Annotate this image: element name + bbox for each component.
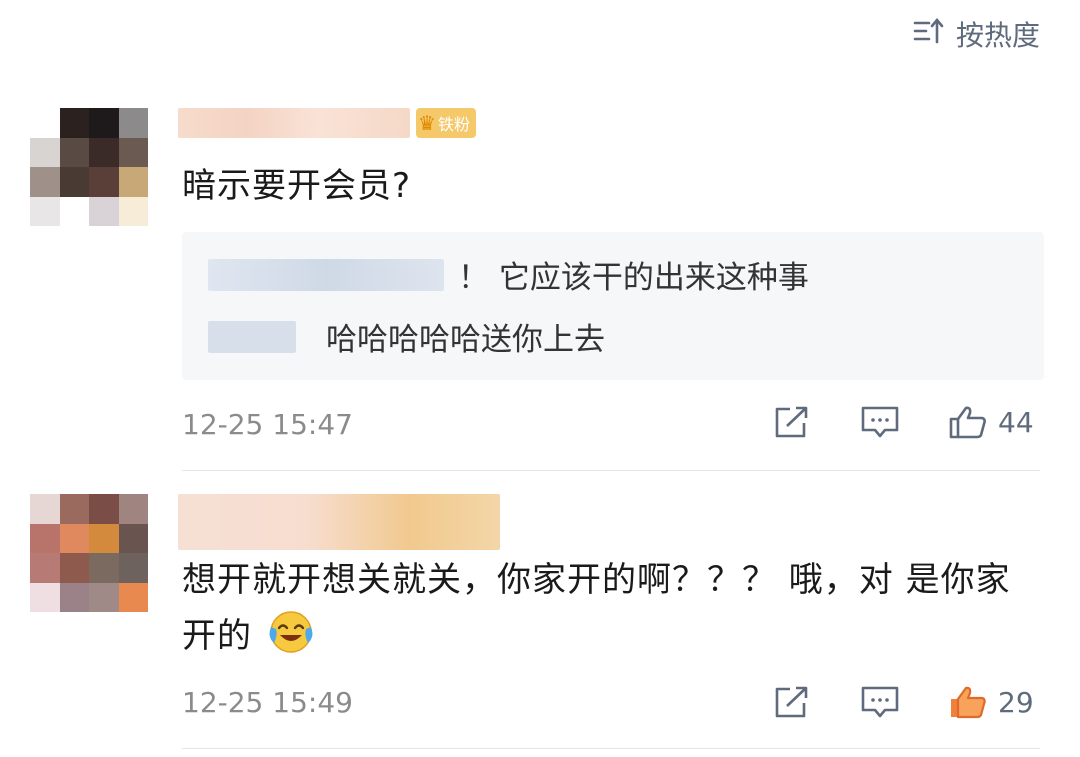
comment-actions: 44 (772, 404, 1034, 440)
username-blurred (178, 494, 500, 550)
share-icon (775, 686, 808, 718)
like-count: 29 (998, 685, 1034, 719)
share-button[interactable] (772, 684, 812, 720)
sort-by-hot-button[interactable]: 按热度 (912, 14, 1040, 54)
comment-divider (182, 470, 1040, 471)
username-blurred (178, 108, 410, 138)
username[interactable]: ♛ 铁粉 (178, 108, 476, 138)
avatar[interactable] (30, 108, 148, 226)
like-button[interactable]: 29 (948, 684, 1034, 720)
sort-icon (912, 16, 946, 53)
comment-icon (861, 686, 899, 718)
comment-time: 12-25 15:49 (182, 686, 353, 719)
comment-actions: 29 (772, 684, 1034, 720)
reply-button[interactable] (860, 684, 900, 720)
reply-username-blurred (208, 258, 444, 291)
username[interactable] (178, 494, 500, 550)
sort-label: 按热度 (955, 19, 1040, 52)
comment-divider (182, 748, 1040, 749)
reply-button[interactable] (860, 404, 900, 440)
reply-line: ！ 它应该干的出来这种事 (208, 252, 809, 297)
comment-icon (861, 406, 899, 438)
reply-line: 哈哈哈哈哈送你上去 (208, 314, 605, 359)
comment-text: 想开就开想关就关，你家开的啊？？？ 哦，对 是你家开的 (182, 560, 1011, 656)
comment-text: 暗示要开会员? (182, 166, 412, 206)
reply-preview[interactable]: ！ 它应该干的出来这种事 哈哈哈哈哈送你上去 (182, 232, 1044, 380)
thumbs-up-icon (951, 686, 986, 719)
avatar[interactable] (30, 494, 148, 612)
like-button[interactable]: 44 (948, 404, 1034, 440)
comment-time: 12-25 15:47 (182, 408, 353, 441)
crown-icon: ♛ (418, 111, 436, 135)
reply-username-blurred (208, 320, 296, 353)
fan-badge: ♛ 铁粉 (416, 108, 476, 138)
laughing-crying-emoji (269, 611, 313, 653)
share-button[interactable] (772, 404, 812, 440)
thumbs-up-icon (949, 406, 986, 439)
like-count: 44 (998, 405, 1034, 439)
share-icon (775, 406, 808, 438)
